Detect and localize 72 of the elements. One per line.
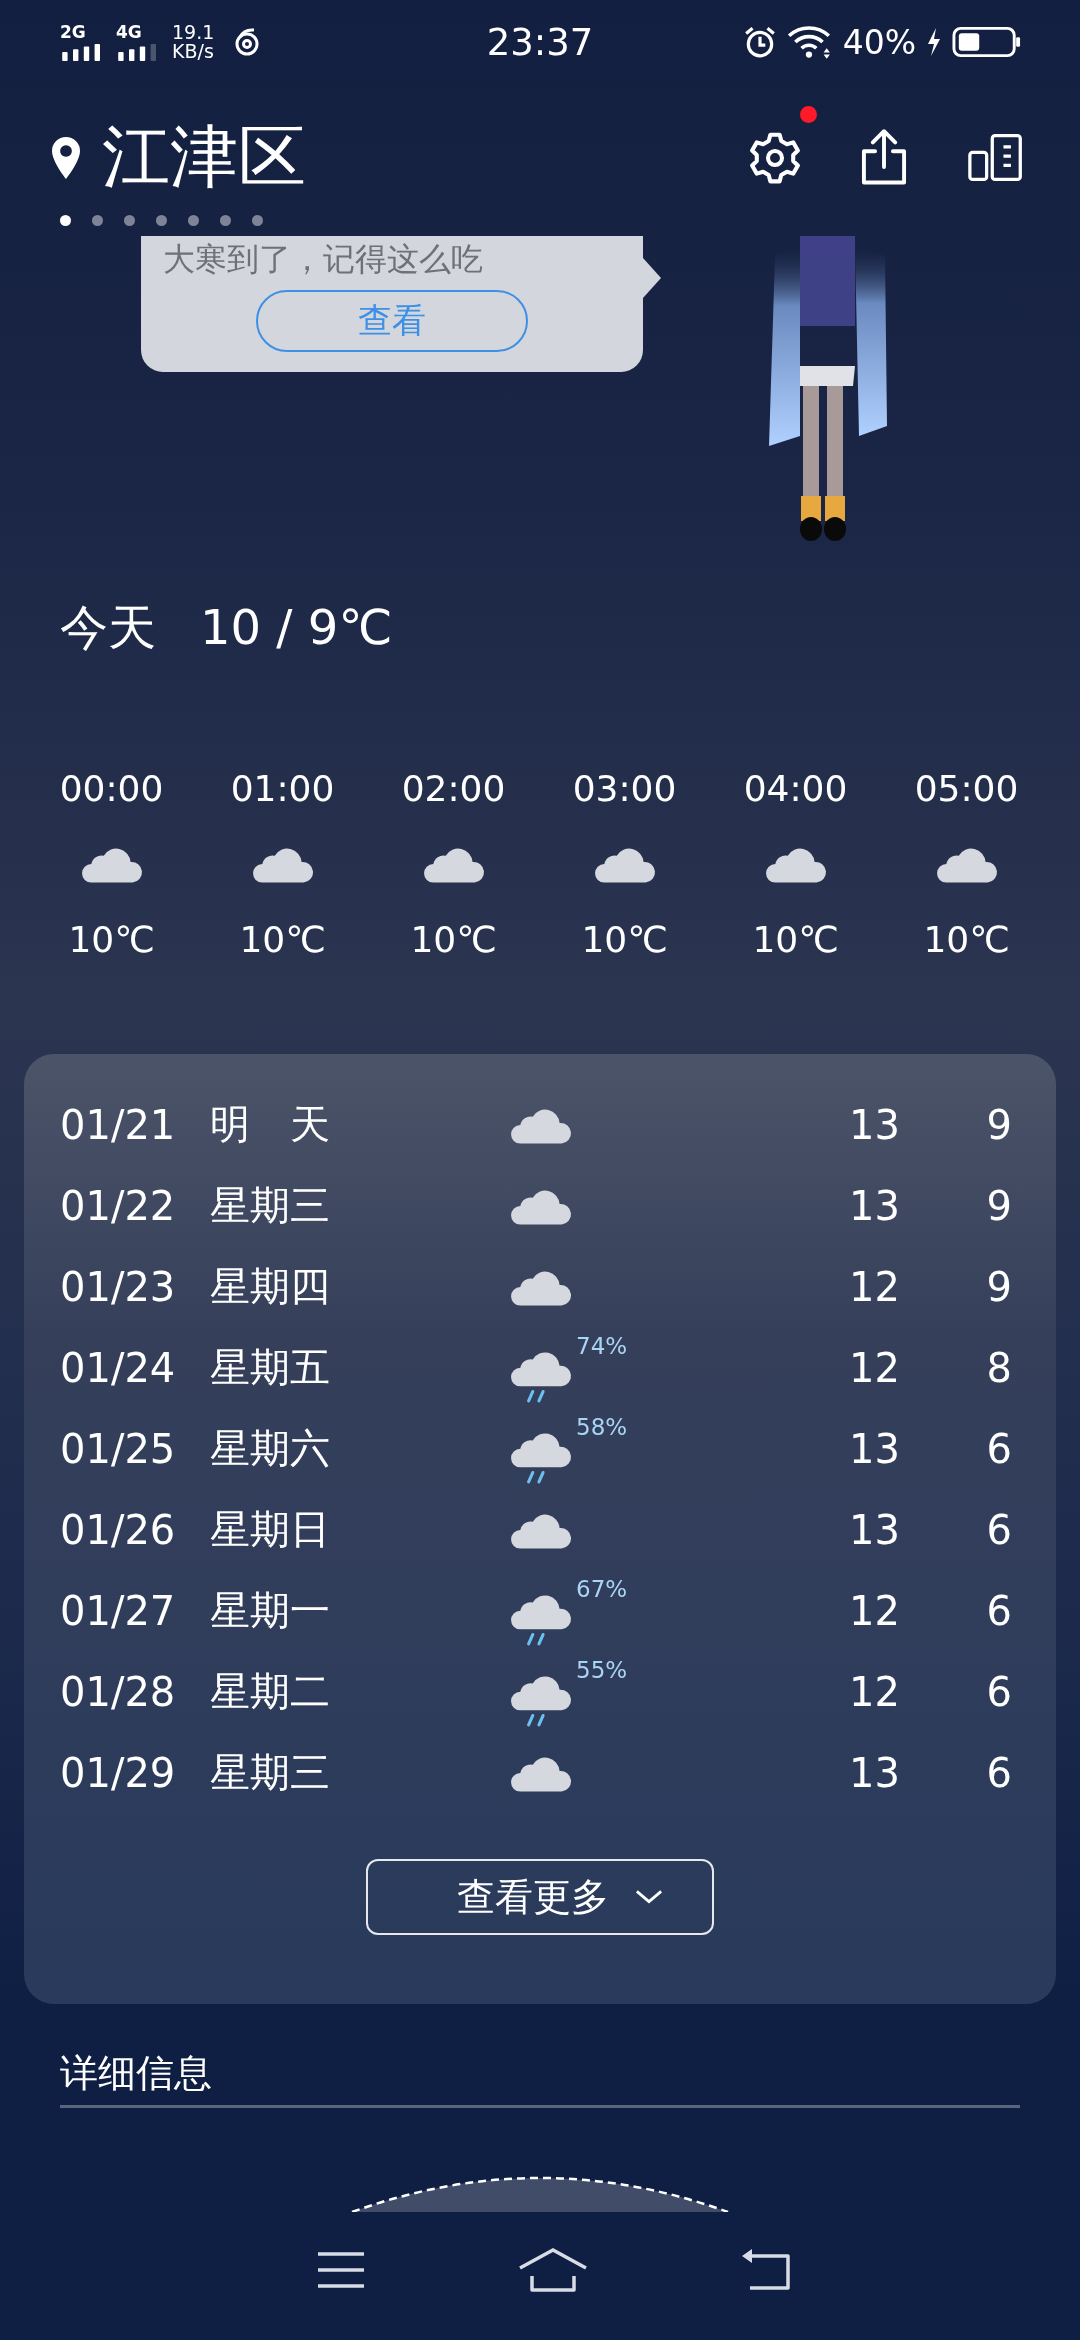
high-temperature: 13 [848, 1425, 900, 1472]
forecast-date: 01/25 [60, 1425, 177, 1472]
forecast-day: 星期一 [210, 1583, 510, 1638]
high-temperature: 13 [848, 1506, 900, 1553]
forecast-date: 01/28 [60, 1668, 177, 1715]
battery-percent: 40% [842, 22, 916, 62]
low-temperature: 6 [985, 1668, 1012, 1715]
hour-time: 00:00 [59, 768, 164, 809]
hour-time: 04:00 [743, 768, 848, 809]
low-temperature: 9 [985, 1182, 1012, 1229]
forecast-date: 01/29 [60, 1749, 177, 1796]
forecast-day: 星期六 [210, 1421, 510, 1476]
alarm-icon [742, 25, 777, 59]
charging-icon [926, 28, 942, 56]
forecast-date: 01/21 [60, 1101, 177, 1148]
high-temperature: 13 [848, 1749, 900, 1796]
battery-icon [952, 26, 1022, 58]
high-temperature: 13 [848, 1182, 900, 1229]
forecast-date: 01/23 [60, 1263, 177, 1310]
menu-icon[interactable] [316, 2250, 366, 2290]
hour-temperature: 10℃ [923, 919, 1010, 960]
more-button[interactable]: 查看更多 [366, 1859, 714, 1935]
forecast-date: 01/27 [60, 1587, 177, 1634]
hour-time: 03:00 [572, 768, 677, 809]
hour-temperature: 10℃ [68, 919, 155, 960]
forecast-day: 明 天 [210, 1097, 510, 1152]
chevron-down-icon [635, 1889, 663, 1905]
high-temperature: 12 [848, 1587, 900, 1634]
high-temperature: 12 [848, 1668, 900, 1715]
rain-chance: 67% [576, 1575, 628, 1602]
low-temperature: 9 [985, 1101, 1012, 1148]
today-temperature: 10 / 9℃ [200, 599, 393, 655]
low-temperature: 6 [985, 1506, 1012, 1553]
network-type: 2G [60, 23, 86, 41]
hour-time: 01:00 [230, 768, 335, 809]
forecast-day: 星期二 [210, 1664, 510, 1719]
today-label: 今天 [60, 598, 156, 657]
forecast-day: 星期三 [210, 1178, 510, 1233]
hour-temperature: 10℃ [239, 919, 326, 960]
rain-chance: 58% [576, 1413, 628, 1440]
low-temperature: 6 [985, 1425, 1012, 1472]
high-temperature: 12 [848, 1344, 900, 1391]
high-temperature: 13 [848, 1101, 900, 1148]
network-type: 4G [116, 23, 142, 41]
hour-time: 05:00 [914, 768, 1019, 809]
forecast-date: 01/26 [60, 1506, 177, 1553]
speed-unit: KB/s [172, 42, 215, 61]
forecast-day: 星期三 [210, 1745, 510, 1800]
hour-time: 02:00 [401, 768, 506, 809]
forecast-date: 01/24 [60, 1344, 177, 1391]
high-temperature: 12 [848, 1263, 900, 1310]
hour-temperature: 10℃ [581, 919, 668, 960]
home-icon[interactable] [518, 2248, 588, 2292]
network-speed: 19.1 [172, 23, 215, 42]
clock: 23:37 [486, 20, 594, 64]
rain-chance: 74% [576, 1332, 628, 1359]
rain-chance: 55% [576, 1656, 628, 1683]
low-temperature: 8 [985, 1344, 1012, 1391]
low-temperature: 6 [985, 1587, 1012, 1634]
tip-text: 大寒到了，记得这么吃 [163, 240, 483, 279]
low-temperature: 6 [985, 1749, 1012, 1796]
wifi-icon [786, 25, 833, 59]
hour-temperature: 10℃ [752, 919, 839, 960]
section-title: 详细信息 [60, 2051, 212, 2095]
forecast-day: 星期四 [210, 1259, 510, 1314]
city-name[interactable]: 江津区 [102, 112, 306, 203]
location-pin-icon [52, 134, 80, 181]
forecast-day: 星期日 [210, 1502, 510, 1557]
low-temperature: 9 [985, 1263, 1012, 1310]
hour-temperature: 10℃ [410, 919, 497, 960]
forecast-day: 星期五 [210, 1340, 510, 1395]
forecast-date: 01/22 [60, 1182, 177, 1229]
